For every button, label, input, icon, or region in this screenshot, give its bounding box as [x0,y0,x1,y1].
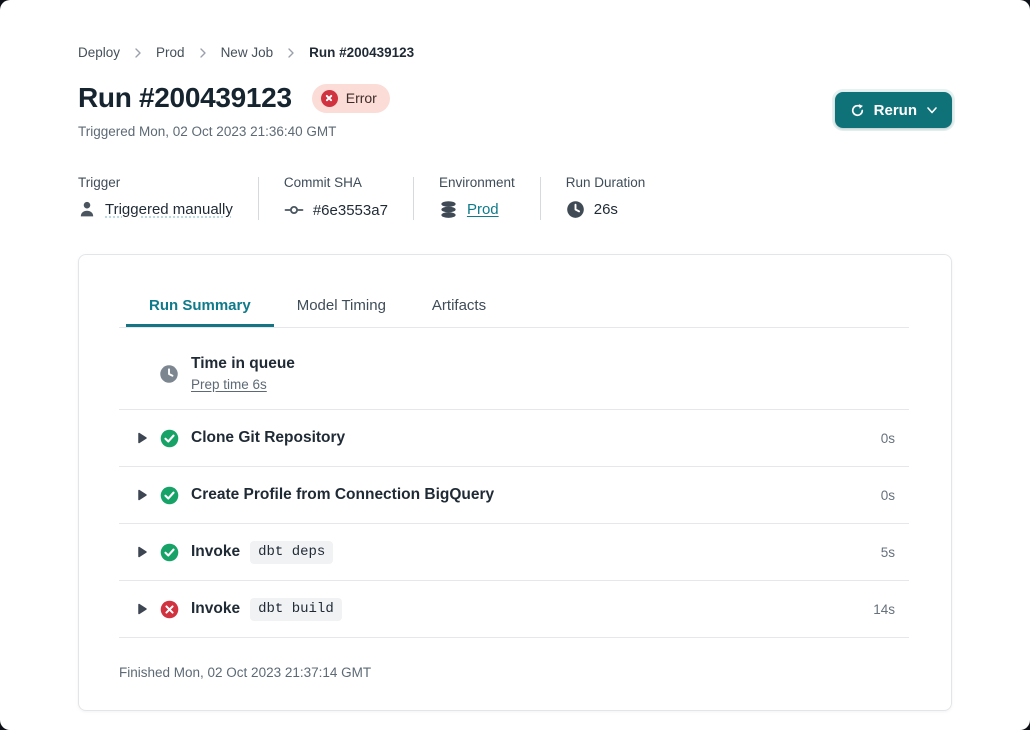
step-row-clone-git: Clone Git Repository 0s [119,409,909,466]
chevron-right-icon [198,48,208,58]
meta-trigger: Trigger Triggered manually [78,175,233,220]
breadcrumb: Deploy Prod New Job Run #200439123 [78,45,952,60]
error-circle-icon [321,90,338,107]
breadcrumb-deploy[interactable]: Deploy [78,45,120,60]
step-command-code: dbt deps [250,541,333,564]
success-icon [160,429,179,448]
meta-duration-label: Run Duration [566,175,646,190]
expand-caret-icon[interactable] [136,545,148,559]
error-icon [160,600,179,619]
queue-prep-time-link[interactable]: Prep time 6s [191,377,295,392]
expand-caret-icon[interactable] [136,488,148,502]
chevron-right-icon [286,48,296,58]
run-details-page: Deploy Prod New Job Run #200439123 Run #… [0,0,1030,730]
meta-environment-label: Environment [439,175,515,190]
meta-environment-value-link[interactable]: Prod [467,201,499,218]
meta-trigger-label: Trigger [78,175,233,190]
chevron-down-icon [926,104,938,116]
tab-model-timing[interactable]: Model Timing [274,285,409,327]
git-commit-icon [284,200,304,220]
divider [413,177,414,220]
finished-timestamp: Finished Mon, 02 Oct 2023 21:37:14 GMT [119,637,909,680]
page-title: Run #200439123 [78,82,292,114]
meta-environment: Environment Prod [439,175,515,220]
triggered-timestamp: Triggered Mon, 02 Oct 2023 21:36:40 GMT [78,124,952,139]
step-row-dbt-build: Invoke dbt build 14s [119,580,909,637]
chevron-right-icon [133,48,143,58]
rerun-button[interactable]: Rerun [835,92,952,128]
time-in-queue-row: Time in queue Prep time 6s [119,328,909,409]
refresh-icon [850,103,865,118]
meta-commit-label: Commit SHA [284,175,388,190]
success-icon [160,486,179,505]
success-icon [160,543,179,562]
tab-bar: Run Summary Model Timing Artifacts [119,285,909,328]
clock-icon [566,200,585,219]
expand-caret-icon[interactable] [136,431,148,445]
meta-commit-value: #6e3553a7 [313,202,388,219]
expand-caret-icon[interactable] [136,602,148,616]
step-duration: 5s [881,545,909,560]
step-row-create-profile: Create Profile from Connection BigQuery … [119,466,909,523]
meta-run-duration: Run Duration 26s [566,175,646,220]
meta-trigger-value[interactable]: Triggered manually [105,201,233,218]
breadcrumb-prod[interactable]: Prod [156,45,185,60]
queue-title: Time in queue [191,355,295,373]
step-label: Clone Git Repository [191,429,345,447]
tab-artifacts[interactable]: Artifacts [409,285,509,327]
tab-run-summary[interactable]: Run Summary [126,285,274,327]
run-meta-row: Trigger Triggered manually Commit SHA [78,175,952,220]
step-command-code: dbt build [250,598,342,621]
step-duration: 0s [881,488,909,503]
step-label: Create Profile from Connection BigQuery [191,486,494,504]
run-summary-card: Run Summary Model Timing Artifacts Time … [78,254,952,711]
step-label: Invoke [191,543,240,561]
meta-commit-sha: Commit SHA #6e3553a7 [284,175,388,220]
step-duration: 14s [873,602,909,617]
meta-duration-value: 26s [594,201,618,218]
divider [540,177,541,220]
step-row-dbt-deps: Invoke dbt deps 5s [119,523,909,580]
breadcrumb-current-run: Run #200439123 [309,45,414,60]
clock-icon [159,364,179,384]
database-icon [439,200,458,219]
breadcrumb-new-job[interactable]: New Job [221,45,274,60]
step-duration: 0s [881,431,909,446]
divider [258,177,259,220]
step-label: Invoke [191,600,240,618]
person-icon [78,200,96,218]
rerun-button-label: Rerun [874,102,917,119]
status-badge-error: Error [312,84,390,113]
status-badge-label: Error [346,90,377,106]
